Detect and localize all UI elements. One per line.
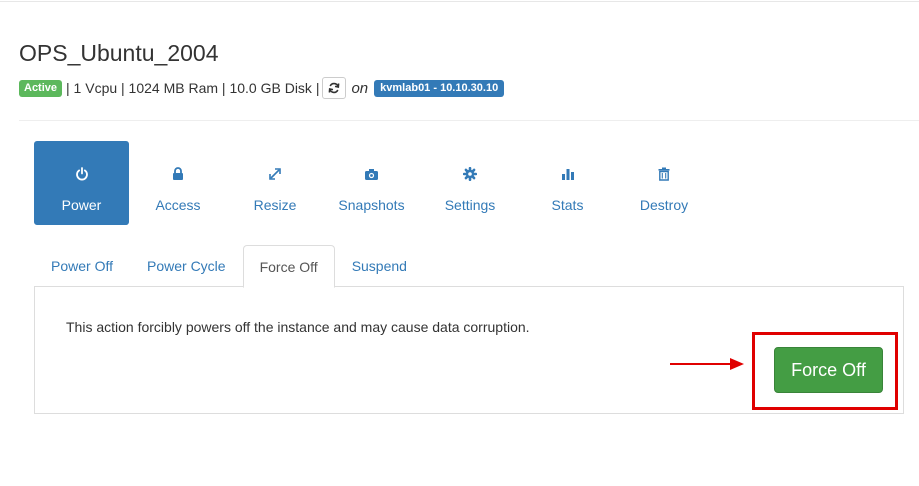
nav-resize-label: Resize <box>253 197 297 213</box>
bar-chart-icon <box>561 165 575 183</box>
top-divider <box>0 0 919 2</box>
tab-power-off[interactable]: Power Off <box>34 245 130 287</box>
lock-icon <box>172 165 184 183</box>
tab-suspend[interactable]: Suspend <box>335 245 424 287</box>
nav-resize[interactable]: Resize <box>227 141 323 225</box>
instance-info-row: Active | 1 Vcpu | 1024 MB Ram | 10.0 GB … <box>19 77 505 99</box>
nav-power-label: Power <box>61 197 102 213</box>
tab-force-off[interactable]: Force Off <box>242 245 335 288</box>
resize-icon <box>268 165 282 183</box>
nav-snapshots[interactable]: Snapshots <box>323 141 420 225</box>
gear-icon <box>463 165 477 183</box>
nav-settings-label: Settings <box>444 197 496 213</box>
nav-access-label: Access <box>155 197 201 213</box>
on-label: on <box>351 79 369 97</box>
nav-destroy-label: Destroy <box>639 197 689 213</box>
power-icon <box>75 165 89 183</box>
instance-specs: | 1 Vcpu | 1024 MB Ram | 10.0 GB Disk | <box>66 80 320 96</box>
nav-stats[interactable]: Stats <box>520 141 615 225</box>
section-divider <box>19 120 919 121</box>
nav-settings[interactable]: Settings <box>420 141 520 225</box>
instance-title: OPS_Ubuntu_2004 <box>19 40 219 66</box>
annotation-arrow-icon <box>670 358 744 370</box>
nav-snapshots-label: Snapshots <box>338 197 405 213</box>
host-badge[interactable]: kvmlab01 - 10.10.30.10 <box>374 79 505 97</box>
nav-stats-label: Stats <box>551 197 584 213</box>
refresh-icon <box>329 82 340 94</box>
trash-icon <box>658 165 670 183</box>
tab-power-cycle[interactable]: Power Cycle <box>130 245 243 287</box>
status-badge: Active <box>19 79 63 97</box>
refresh-button[interactable] <box>322 77 347 99</box>
action-nav: Power Access Resize Snapshots Settings S… <box>34 141 713 225</box>
nav-power[interactable]: Power <box>34 141 129 225</box>
nav-destroy[interactable]: Destroy <box>615 141 713 225</box>
camera-icon <box>364 165 379 183</box>
warning-message: This action forcibly powers off the inst… <box>66 319 530 335</box>
force-off-button[interactable]: Force Off <box>774 347 883 393</box>
power-tabs: Power Off Power Cycle Force Off Suspend <box>34 245 904 288</box>
nav-access[interactable]: Access <box>129 141 227 225</box>
